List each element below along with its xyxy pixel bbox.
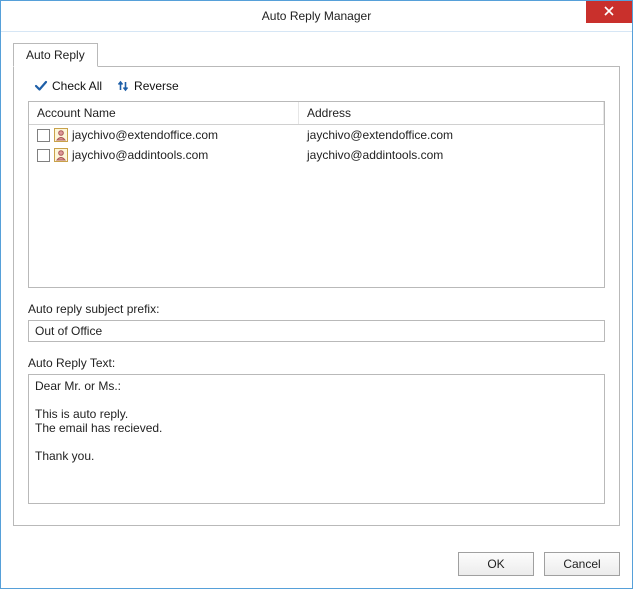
cell-account-name: jaychivo@extendoffice.com: [29, 128, 299, 142]
address-text: jaychivo@addintools.com: [307, 148, 443, 162]
close-icon: [604, 5, 614, 19]
tab-strip: Auto Reply: [13, 42, 620, 66]
titlebar: Auto Reply Manager: [1, 1, 632, 32]
address-text: jaychivo@extendoffice.com: [307, 128, 453, 142]
tab-page: Check All Reverse Acc: [13, 66, 620, 526]
accounts-list: Account Name Address jaychivo@extendoffi…: [28, 101, 605, 288]
subject-prefix-input[interactable]: [28, 320, 605, 342]
column-header-address[interactable]: Address: [299, 102, 604, 124]
check-all-label: Check All: [52, 79, 102, 93]
window-title: Auto Reply Manager: [262, 9, 371, 23]
cancel-button[interactable]: Cancel: [544, 552, 620, 576]
check-all-link[interactable]: Check All: [34, 79, 102, 93]
person-icon: [54, 148, 68, 162]
table-row[interactable]: jaychivo@addintools.com jaychivo@addintoo…: [29, 145, 604, 165]
cell-address: jaychivo@extendoffice.com: [299, 128, 604, 142]
column-header-name[interactable]: Account Name: [29, 102, 299, 124]
checkmark-icon: [34, 79, 48, 93]
reverse-label: Reverse: [134, 79, 179, 93]
reverse-icon: [116, 79, 130, 93]
cell-account-name: jaychivo@addintools.com: [29, 148, 299, 162]
spacer: [28, 504, 605, 511]
person-icon: [54, 128, 68, 142]
button-bar: OK Cancel: [1, 538, 632, 588]
tab-auto-reply[interactable]: Auto Reply: [13, 43, 98, 67]
list-header: Account Name Address: [29, 102, 604, 125]
row-checkbox[interactable]: [37, 129, 50, 142]
reply-text-input[interactable]: [28, 374, 605, 504]
account-name-text: jaychivo@addintools.com: [72, 148, 208, 162]
close-button[interactable]: [586, 1, 632, 23]
account-name-text: jaychivo@extendoffice.com: [72, 128, 218, 142]
client-area: Auto Reply Check All: [1, 32, 632, 538]
list-body: jaychivo@extendoffice.com jaychivo@extend…: [29, 125, 604, 165]
ok-button[interactable]: OK: [458, 552, 534, 576]
reverse-link[interactable]: Reverse: [116, 79, 179, 93]
toolbar: Check All Reverse: [28, 79, 605, 101]
table-row[interactable]: jaychivo@extendoffice.com jaychivo@extend…: [29, 125, 604, 145]
subject-prefix-label: Auto reply subject prefix:: [28, 302, 605, 316]
window-frame: Auto Reply Manager Auto Reply Check All: [0, 0, 633, 589]
row-checkbox[interactable]: [37, 149, 50, 162]
cell-address: jaychivo@addintools.com: [299, 148, 604, 162]
reply-text-label: Auto Reply Text:: [28, 356, 605, 370]
